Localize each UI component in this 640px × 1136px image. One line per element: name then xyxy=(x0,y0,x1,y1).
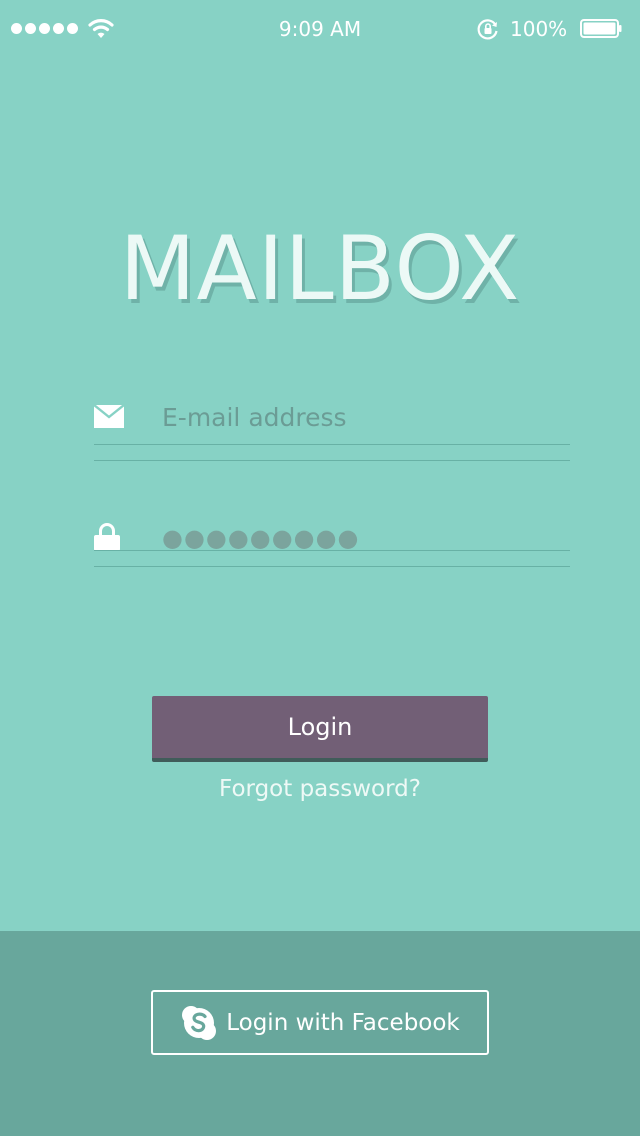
login-button[interactable]: Login xyxy=(152,696,488,762)
password-underline xyxy=(94,550,570,551)
social-login-button[interactable]: Login with Facebook xyxy=(151,990,489,1055)
email-input[interactable] xyxy=(162,398,562,438)
battery-icon xyxy=(580,19,622,38)
password-field: ●●●●●●●●● xyxy=(94,510,570,568)
email-field xyxy=(94,390,570,462)
social-login-label: Login with Facebook xyxy=(226,1009,460,1036)
status-bar: 9:09 AM 100% xyxy=(0,0,640,58)
email-underline xyxy=(94,444,570,445)
password-input[interactable]: ●●●●●●●●● xyxy=(162,518,562,558)
app-logo: MAILBOX xyxy=(119,217,521,320)
forgot-password-link[interactable]: Forgot password? xyxy=(0,772,640,806)
battery-percent: 100% xyxy=(510,17,568,41)
lock-icon xyxy=(94,523,120,551)
rotation-lock-icon xyxy=(477,19,498,40)
email-underline-secondary xyxy=(94,460,570,461)
mail-icon xyxy=(94,405,124,428)
login-screen: 9:09 AM 100% MAILBOX ●●●●●●●●● xyxy=(0,0,640,1136)
footer: Login with Facebook xyxy=(0,931,640,1136)
password-underline-secondary xyxy=(94,566,570,567)
skype-icon xyxy=(182,1005,217,1040)
